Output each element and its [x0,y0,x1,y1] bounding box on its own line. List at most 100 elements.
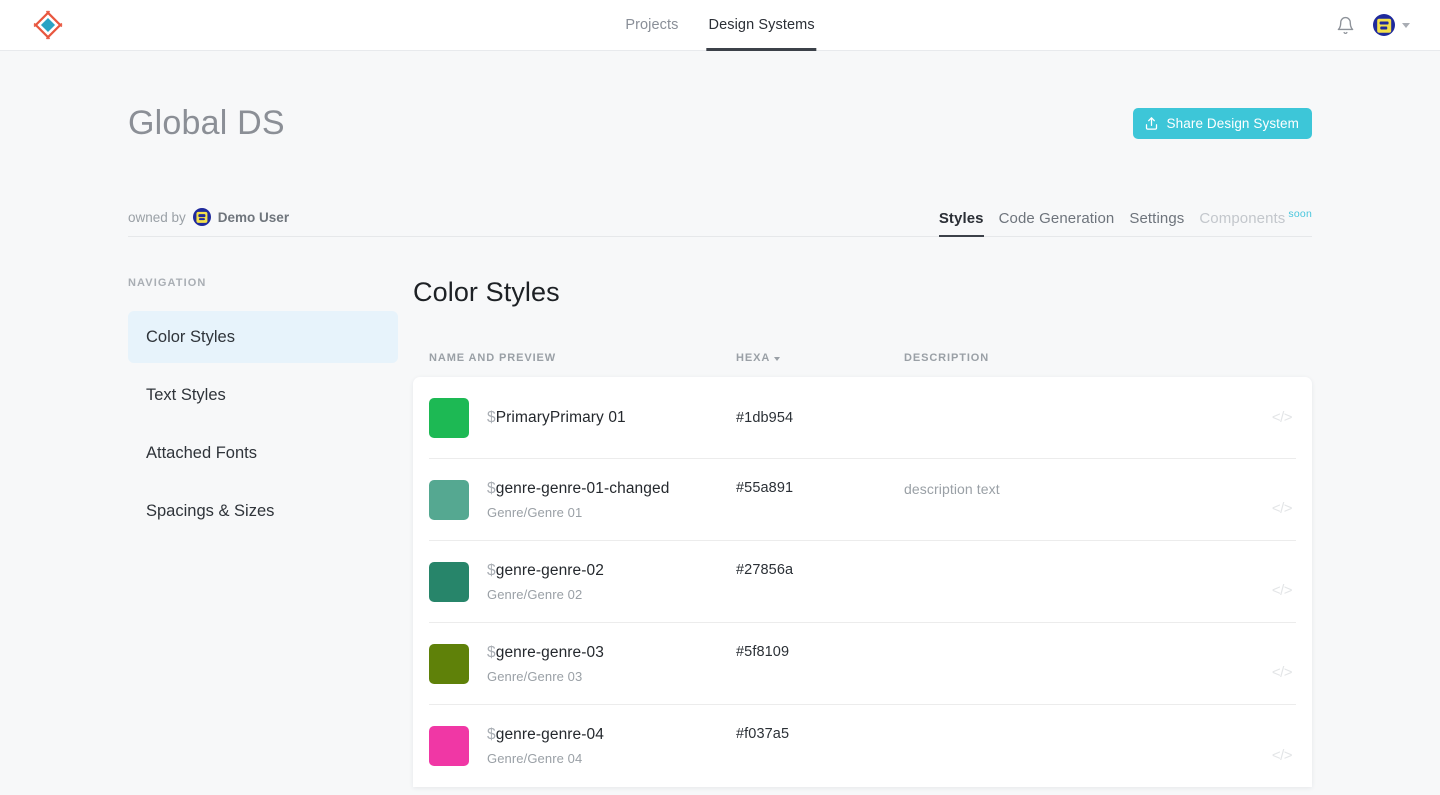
section-title: Color Styles [413,277,1312,308]
column-header-name: NAME AND PREVIEW [429,352,736,364]
style-group-path: Genre/Genre 03 [487,669,604,684]
column-header-description-label: DESCRIPTION [904,352,989,364]
column-header-name-label: NAME AND PREVIEW [429,352,556,364]
section-tabs: Styles Code Generation Settings Componen… [939,199,1312,236]
primary-nav: Projects Design Systems [623,0,816,51]
nav-item-projects-label: Projects [625,17,678,33]
style-group-path: Genre/Genre 04 [487,751,604,766]
top-navigation-bar: Projects Design Systems [0,0,1440,51]
sidebar-item-spacings-sizes[interactable]: Spacings & Sizes [128,485,398,537]
row-name-cell: $PrimaryPrimary 01 [429,398,736,438]
color-swatch[interactable] [429,726,469,766]
style-name: $genre-genre-02 [487,562,604,580]
description-value [904,541,1236,563]
hexa-value: #1db954 [736,410,904,426]
page-container: Global DS Share Design System owned by D… [0,51,1440,787]
owner-avatar [193,208,211,226]
row-name-texts: $genre-genre-03 Genre/Genre 03 [487,644,604,684]
table-row[interactable]: $PrimaryPrimary 01 #1db954 </> [429,377,1296,459]
owner-name: Demo User [218,210,289,225]
style-name: $genre-genre-01-changed [487,480,669,498]
code-icon[interactable]: </> [1272,582,1292,599]
topbar-actions [1333,13,1420,37]
row-name-texts: $genre-genre-04 Genre/Genre 04 [487,726,604,766]
tab-code-generation[interactable]: Code Generation [999,210,1115,236]
style-name-sigil: $ [487,409,496,426]
page-header: Global DS Share Design System [128,51,1312,143]
style-name-label: genre-genre-01-changed [496,480,670,497]
main-panel: Color Styles NAME AND PREVIEW HEXA DESCR… [413,277,1312,787]
style-name-label: genre-genre-02 [496,562,604,579]
hexa-value: #f037a5 [736,705,904,742]
row-name-texts: $PrimaryPrimary 01 [487,409,626,427]
sidebar-item-attached-fonts[interactable]: Attached Fonts [128,427,398,479]
sidebar-item-attached-fonts-label: Attached Fonts [146,444,257,463]
sidebar-item-color-styles-label: Color Styles [146,328,235,347]
code-icon[interactable]: </> [1272,500,1292,517]
code-icon[interactable]: </> [1272,747,1292,764]
style-name-label: genre-genre-04 [496,726,604,743]
style-name: $genre-genre-03 [487,644,604,662]
code-icon[interactable]: </> [1272,664,1292,681]
diamond-logo-icon [33,10,63,40]
chevron-down-icon[interactable] [774,357,780,361]
description-value [904,705,1236,727]
nav-item-design-systems[interactable]: Design Systems [707,0,817,51]
style-name-sigil: $ [487,480,496,497]
sidebar: NAVIGATION Color Styles Text Styles Atta… [128,277,413,787]
table-row[interactable]: $genre-genre-02Genre/Genre 02 #27856a </> [429,541,1296,623]
bell-icon[interactable] [1333,13,1357,37]
hexa-value: #5f8109 [736,623,904,660]
sidebar-item-color-styles[interactable]: Color Styles [128,311,398,363]
row-name-cell: $genre-genre-02Genre/Genre 02 [429,562,736,602]
style-name-sigil: $ [487,726,496,743]
owned-by-label: owned by [128,210,186,225]
sidebar-item-spacings-sizes-label: Spacings & Sizes [146,502,274,521]
share-design-system-label: Share Design System [1167,116,1299,131]
row-actions: </> [1236,482,1296,517]
meta-and-tabs-row: owned by Demo User Styles Code Generatio… [128,199,1312,237]
sidebar-section-label: NAVIGATION [128,277,398,289]
owner-info: owned by Demo User [128,208,289,236]
column-header-hexa-label: HEXA [736,352,770,364]
style-name: $genre-genre-04 [487,726,604,744]
sidebar-item-text-styles[interactable]: Text Styles [128,369,398,421]
color-swatch[interactable] [429,480,469,520]
hexa-value: #27856a [736,541,904,578]
table-row[interactable]: $genre-genre-03 Genre/Genre 03 #5f8109 </> [429,623,1296,705]
table-row[interactable]: $genre-genre-04 Genre/Genre 04 #f037a5 </> [429,705,1296,787]
row-actions: </> [1236,646,1296,681]
tab-settings[interactable]: Settings [1129,210,1184,236]
avatar [1373,14,1395,36]
tab-styles-label: Styles [939,210,984,227]
tab-styles[interactable]: Styles [939,210,984,236]
color-swatch[interactable] [429,562,469,602]
tab-components: Componentssoon [1199,208,1312,236]
table-row[interactable]: $genre-genre-01-changed Genre/Genre 01 #55… [429,459,1296,541]
tab-components-label: Components [1199,210,1285,227]
nav-item-projects[interactable]: Projects [623,0,680,51]
description-value [904,623,1236,645]
sidebar-item-text-styles-label: Text Styles [146,386,226,405]
code-icon[interactable]: </> [1272,409,1292,426]
account-menu[interactable] [1373,14,1410,36]
soon-badge: soon [1288,208,1312,220]
share-design-system-button[interactable]: Share Design System [1133,108,1312,139]
row-actions: </> [1236,729,1296,764]
color-swatch[interactable] [429,644,469,684]
nav-item-design-systems-label: Design Systems [709,17,815,33]
column-header-description: DESCRIPTION [904,352,1236,364]
hexa-value: #55a891 [736,459,904,496]
bell-glyph [1336,16,1355,35]
column-header-hexa[interactable]: HEXA [736,352,904,364]
color-swatch[interactable] [429,398,469,438]
row-name-cell: $genre-genre-03 Genre/Genre 03 [429,644,736,684]
style-group-path: Genre/Genre 01 [487,505,669,520]
table-header-row: NAME AND PREVIEW HEXA DESCRIPTION [413,352,1312,364]
style-name: $PrimaryPrimary 01 [487,409,626,427]
app-logo[interactable] [28,5,68,45]
row-name-texts: $genre-genre-01-changed Genre/Genre 01 [487,480,669,520]
page-title: Global DS [128,104,285,143]
row-name-texts: $genre-genre-02Genre/Genre 02 [487,562,604,602]
row-actions: </> [1236,409,1296,426]
